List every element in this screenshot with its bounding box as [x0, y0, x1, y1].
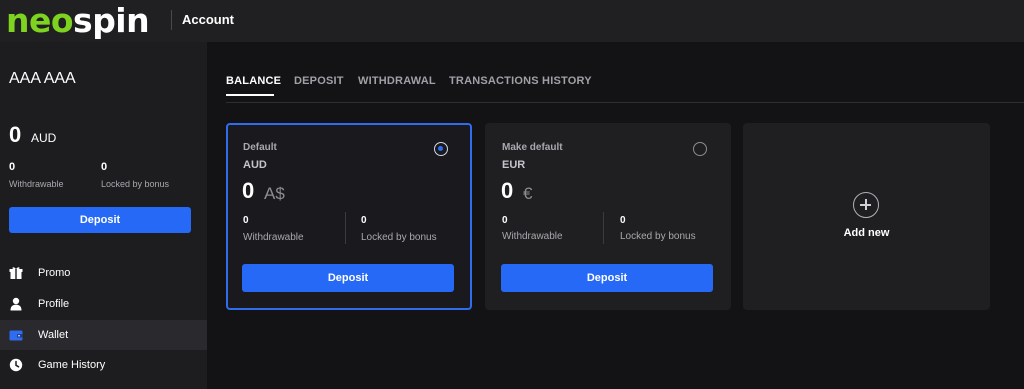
make-default-label[interactable]: Make default [502, 142, 563, 153]
main-content: BALANCE DEPOSIT WITHDRAWAL TRANSACTIONS … [207, 42, 1024, 389]
wallet-card-withdrawable-label: Withdrawable [243, 232, 304, 243]
sidebar-item-label: Game History [38, 359, 106, 371]
top-bar: neo spin Account [0, 0, 1024, 42]
sidebar-deposit-button[interactable]: Deposit [9, 207, 191, 233]
wallet-card-amount: 0 [242, 178, 255, 203]
wallet-card-locked-label: Locked by bonus [361, 232, 437, 243]
wallet-card-locked-label: Locked by bonus [620, 231, 696, 242]
wallet-card-withdrawable-label: Withdrawable [502, 231, 563, 242]
wallet-card-locked-value: 0 [361, 215, 367, 226]
add-new-label: Add new [843, 227, 890, 239]
wallet-icon [9, 328, 23, 342]
user-icon [9, 297, 23, 311]
add-new-wallet-card[interactable]: Add new [743, 123, 990, 310]
tab-balance[interactable]: BALANCE [226, 75, 281, 87]
tab-withdrawal[interactable]: WITHDRAWAL [358, 75, 436, 87]
sidebar-item-game-history[interactable]: Game History [0, 350, 207, 380]
wallet-card-stat-divider [345, 212, 346, 244]
clock-icon [9, 358, 23, 372]
wallet-card-locked-value: 0 [620, 215, 626, 226]
active-tab-indicator [226, 94, 274, 96]
wallet-card-status: Default [243, 142, 277, 153]
default-radio[interactable] [693, 142, 707, 156]
user-name: AAA AAA [9, 70, 76, 87]
default-radio-selected[interactable] [434, 142, 448, 156]
wallet-card-withdrawable-value: 0 [502, 215, 508, 226]
sidebar-item-label: Profile [38, 298, 70, 310]
logo-part-spin: spin [73, 0, 150, 40]
sidebar: AAA AAA 0 AUD 0 Withdrawable 0 Locked by… [0, 42, 207, 389]
wallet-card-withdrawable-value: 0 [243, 215, 249, 226]
logo-part-neo: neo [6, 0, 74, 40]
tab-transactions-history[interactable]: TRANSACTIONS HISTORY [449, 75, 592, 87]
sidebar-withdrawable-label: Withdrawable [9, 179, 64, 189]
tabs-divider [226, 102, 1024, 103]
sidebar-balance-currency: AUD [31, 131, 57, 145]
neospin-logo[interactable]: neo spin [6, 0, 150, 40]
gift-icon [9, 266, 23, 280]
sidebar-balance-amount: 0 [9, 122, 22, 147]
wallet-card-currency: EUR [502, 159, 526, 171]
page-title: Account [182, 12, 234, 27]
sidebar-item-promo[interactable]: Promo [0, 258, 207, 288]
wallet-card-stat-divider [603, 212, 604, 244]
wallet-card-amount: 0 [501, 178, 514, 203]
header-divider [171, 10, 172, 30]
plus-circle-icon [853, 192, 879, 218]
sidebar-item-wallet[interactable]: Wallet [0, 320, 207, 350]
wallet-card-deposit-button[interactable]: Deposit [242, 264, 454, 292]
wallet-card-aud[interactable]: Default AUD 0 A$ 0 Withdrawable 0 Locked… [226, 123, 472, 310]
sidebar-locked-value: 0 [101, 161, 108, 173]
sidebar-item-profile[interactable]: Profile [0, 289, 207, 319]
wallet-card-currency-symbol: A$ [264, 184, 285, 203]
sidebar-item-label: Promo [38, 267, 71, 279]
sidebar-item-label: Wallet [38, 329, 69, 341]
wallet-card-deposit-button[interactable]: Deposit [501, 264, 713, 292]
tab-deposit[interactable]: DEPOSIT [294, 75, 344, 87]
wallet-card-eur[interactable]: Make default EUR 0 € 0 Withdrawable 0 Lo… [485, 123, 731, 310]
sidebar-locked-label: Locked by bonus [101, 179, 170, 189]
wallet-card-currency-symbol: € [523, 184, 533, 203]
sidebar-withdrawable-value: 0 [9, 161, 16, 173]
wallet-card-currency: AUD [243, 159, 267, 171]
